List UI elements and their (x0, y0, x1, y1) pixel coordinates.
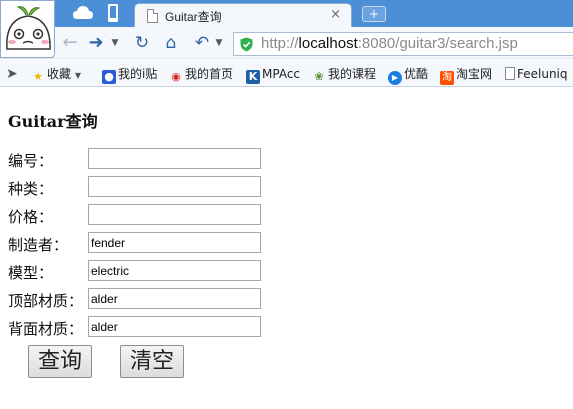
page-icon (147, 9, 158, 23)
close-tab-icon[interactable]: × (330, 7, 341, 22)
field-label: 顶部材质： (8, 292, 84, 310)
builder-input[interactable] (88, 232, 261, 253)
type-input[interactable] (88, 176, 261, 197)
clear-button[interactable]: 清空 (120, 345, 184, 378)
bookmark-label: 我的课程 (328, 67, 377, 81)
field-label: 种类： (8, 180, 54, 198)
bookmark-label: 收藏 (47, 67, 72, 81)
k-icon: K (246, 70, 260, 84)
bookmark-label: 我的首页 (185, 67, 234, 81)
avatar[interactable] (0, 0, 55, 58)
price-input[interactable] (88, 204, 261, 225)
model-input[interactable] (88, 260, 261, 281)
forward-arrow-icon[interactable]: ➜ (86, 32, 106, 54)
form-row-id: 编号： (8, 148, 278, 170)
cloud-icon[interactable] (72, 4, 94, 22)
bookmark-label: MPAcc (262, 67, 301, 81)
bookmark-arrow-icon[interactable]: ➤ (6, 65, 18, 83)
chevron-down-icon: ▼ (74, 71, 81, 80)
page-icon (505, 67, 515, 80)
back-arrow-icon[interactable]: ← (60, 32, 80, 54)
url-text[interactable]: http://localhost:8080/guitar3/search.jsp (261, 35, 518, 52)
weibo-icon: ◉ (171, 70, 181, 83)
bookmark-item[interactable]: ◉ 我的首页 (169, 65, 233, 83)
taobao-icon: 淘 (440, 71, 454, 85)
field-label: 编号： (8, 152, 54, 170)
bookmarks-bar: ➤ ★ 收藏 ▼ ● 我的i贴 ◉ 我的首页 K MPAcc ❀ 我的课程 ▶ 优酷 淘淘宝… (0, 60, 573, 87)
form-row-backwood: 背面材质： (8, 316, 278, 338)
title-bar: Guitar查询 × + (0, 0, 573, 28)
tab-title: Guitar查询 (165, 10, 222, 24)
paw-icon: ● (102, 70, 116, 84)
field-label: 模型： (8, 264, 54, 282)
form-row-price: 价格： (8, 204, 278, 226)
home-icon[interactable]: ⌂ (160, 32, 182, 54)
mascot-icon (6, 6, 51, 50)
chevron-down-icon[interactable]: ▼ (214, 32, 224, 54)
address-bar[interactable]: http://localhost:8080/guitar3/search.jsp (233, 32, 573, 56)
bookmark-item[interactable]: Feeluniq (505, 65, 568, 83)
form-row-builder: 制造者： (8, 232, 278, 254)
bookmark-item[interactable]: ● 我的i贴 (102, 65, 158, 84)
page-title: Guitar查询 (8, 112, 98, 131)
bookmark-label: 淘宝网 (456, 67, 493, 81)
page-content: Guitar查询 编号： 种类： 价格： 制造者： 模型： 顶部材质： 背面材质… (0, 88, 573, 409)
new-tab-button[interactable]: + (362, 6, 386, 22)
field-label: 价格： (8, 208, 54, 226)
bookmark-item[interactable]: ▶ 优酷 (388, 65, 429, 85)
bookmark-label: 优酷 (404, 67, 429, 81)
bookmark-label: Feeluniq (517, 67, 568, 81)
phone-icon[interactable] (107, 3, 119, 23)
form-row-topwood: 顶部材质： (8, 288, 278, 310)
browser-chrome: Guitar查询 × + ← ➜ ▼ ↻ ⌂ ↶ ▼ http://localh… (0, 0, 573, 88)
id-input[interactable] (88, 148, 261, 169)
bookmark-label: 我的i贴 (118, 67, 158, 81)
bookmark-item[interactable]: 淘淘宝网 (440, 65, 493, 85)
bookmark-item[interactable]: K MPAcc (246, 65, 301, 84)
undo-icon[interactable]: ↶ (192, 32, 212, 54)
field-label: 背面材质： (8, 320, 84, 338)
refresh-icon[interactable]: ↻ (131, 32, 153, 54)
leaf-icon: ❀ (314, 70, 324, 83)
bookmark-item[interactable]: ★ 收藏 ▼ (31, 65, 81, 83)
back-wood-input[interactable] (88, 316, 261, 337)
shield-icon (240, 37, 253, 52)
chevron-down-icon[interactable]: ▼ (110, 32, 120, 54)
top-wood-input[interactable] (88, 288, 261, 309)
star-icon: ★ (33, 70, 43, 83)
play-icon: ▶ (388, 71, 402, 85)
query-button[interactable]: 查询 (28, 345, 92, 378)
field-label: 制造者： (8, 236, 69, 254)
browser-tab[interactable]: Guitar查询 × (134, 3, 352, 28)
bookmark-item[interactable]: ❀ 我的课程 (312, 65, 376, 83)
form-row-model: 模型： (8, 260, 278, 282)
form-row-type: 种类： (8, 176, 278, 198)
